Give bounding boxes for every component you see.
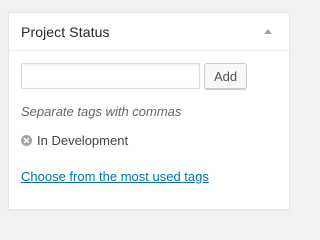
tag-input-row: Add — [21, 63, 277, 89]
add-tag-button[interactable]: Add — [204, 63, 248, 89]
postbox-title: Project Status — [21, 23, 110, 40]
postbox-header: Project Status — [9, 13, 289, 51]
project-status-postbox: Project Status Add Separate tags with co… — [8, 12, 290, 210]
postbox-inside: Add Separate tags with commas In Develop… — [9, 63, 289, 186]
tag-item: In Development — [21, 133, 277, 148]
tag-help-text: Separate tags with commas — [21, 104, 182, 119]
collapse-toggle-icon[interactable] — [264, 29, 272, 34]
new-tag-input[interactable] — [21, 63, 200, 89]
choose-most-used-tags-link[interactable]: Choose from the most used tags — [21, 169, 209, 184]
remove-circle-icon[interactable] — [21, 135, 32, 146]
tag-label: In Development — [37, 133, 129, 148]
